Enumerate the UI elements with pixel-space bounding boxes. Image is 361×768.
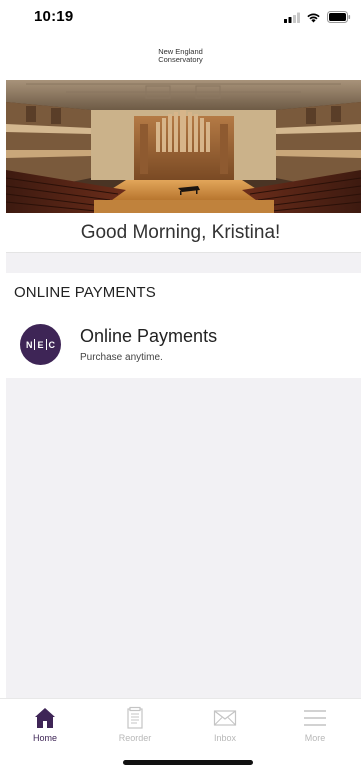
battery-icon [327, 11, 351, 23]
online-payments-subtitle: Purchase anytime. [80, 352, 163, 363]
concert-hall-banner [6, 80, 361, 213]
status-icons [284, 10, 351, 24]
tab-more[interactable]: More [270, 699, 360, 749]
online-payments-title: Online Payments [80, 326, 218, 346]
concert-hall-image [6, 80, 361, 213]
nec-logo-letter: N [25, 339, 33, 350]
section-divider [6, 252, 361, 273]
tab-reorder[interactable]: Reorder [90, 699, 180, 749]
tab-reorder-label: Reorder [118, 733, 152, 743]
nec-logo-letter: E [37, 339, 44, 350]
app-screen: 10:19 New England Conservatory Good Morn… [0, 0, 361, 768]
tab-home[interactable]: Home [0, 699, 90, 749]
document-icon [127, 706, 143, 729]
home-icon [35, 708, 55, 728]
tab-bar: Home Reorder Inbox More [0, 698, 361, 749]
section-title: ONLINE PAYMENTS [14, 284, 156, 301]
nec-logo-letter: C [48, 339, 56, 350]
school-logo: New England Conservatory [0, 48, 361, 64]
greeting-text: Good Morning, Kristina! [80, 222, 281, 243]
school-logo-line-2: Conservatory [158, 55, 203, 64]
menu-icon [304, 710, 326, 726]
home-indicator[interactable] [123, 760, 253, 765]
status-time: 10:19 [34, 8, 74, 25]
tab-more-label: More [304, 733, 326, 743]
tab-inbox[interactable]: Inbox [180, 699, 270, 749]
wifi-icon [307, 13, 320, 22]
envelope-icon [213, 710, 237, 726]
online-payments-item[interactable]: N E C Online Payments Purchase anytime. [6, 312, 361, 378]
nec-logo-icon: N E C [20, 324, 61, 365]
tab-home-label: Home [32, 733, 57, 743]
tab-inbox-label: Inbox [213, 733, 237, 743]
status-bar: 10:19 [0, 0, 361, 36]
content-area [6, 378, 361, 698]
signal-icon [284, 12, 300, 23]
